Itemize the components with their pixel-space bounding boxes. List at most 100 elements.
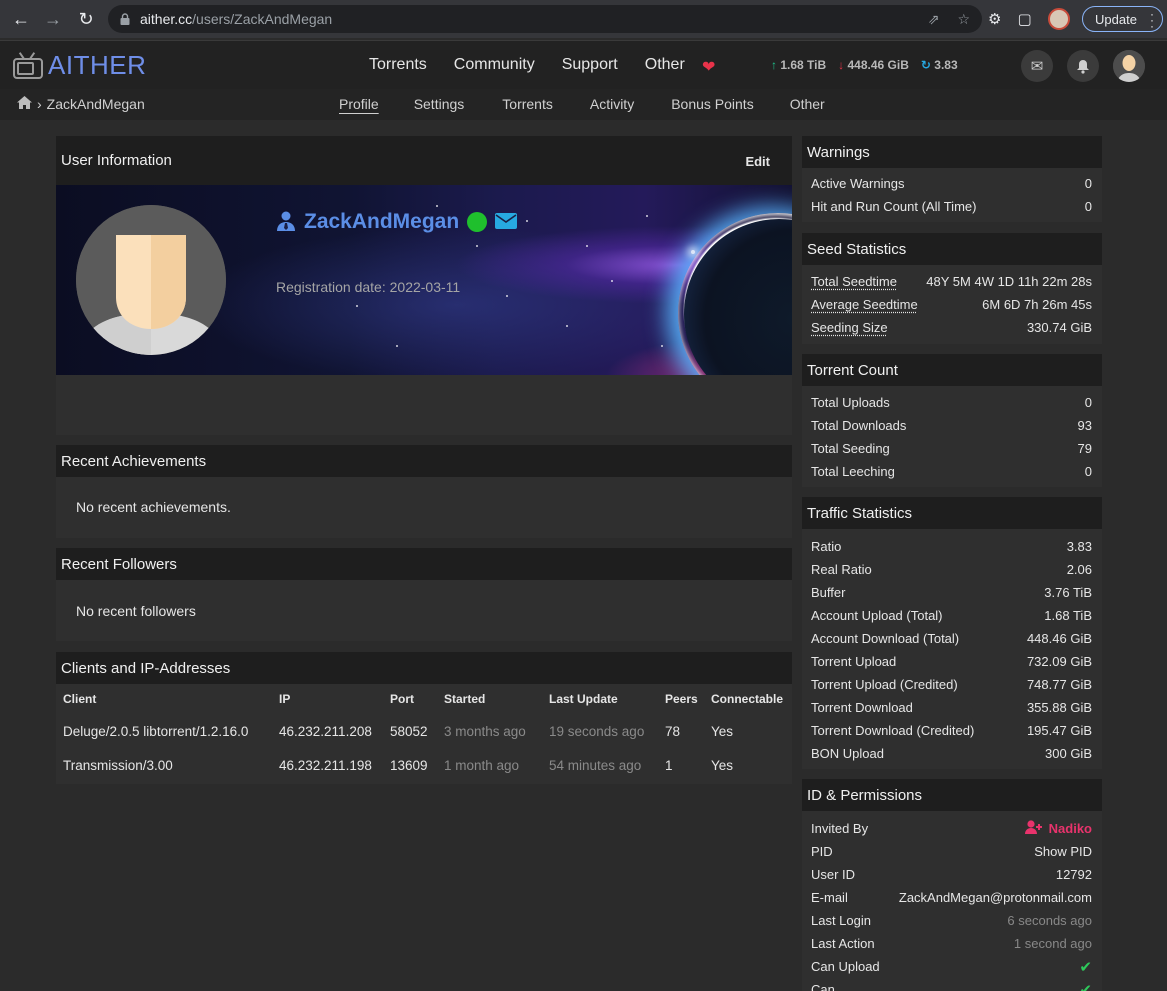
- forward-icon[interactable]: →: [37, 0, 69, 38]
- column-header: Started: [444, 692, 486, 706]
- show-pid-link[interactable]: Show PID: [1034, 844, 1092, 859]
- ip-cell: 46.232.211.198: [279, 757, 372, 773]
- panel-title: ID & Permissions: [802, 779, 1102, 811]
- profile-avatar-icon[interactable]: [1047, 8, 1070, 30]
- bookmark-star-icon[interactable]: ☆: [957, 11, 970, 28]
- table-header-row: Client IP Port Started Last Update Peers…: [56, 684, 792, 714]
- tab-other[interactable]: Other: [790, 96, 825, 112]
- edit-button[interactable]: Edit: [745, 154, 770, 169]
- tab-torrents[interactable]: Torrents: [502, 96, 553, 112]
- stat-row: BON Upload 300 GiB: [802, 742, 1102, 765]
- breadcrumb-user[interactable]: ZackAndMegan: [47, 96, 145, 112]
- user-information-panel: User Information Edit ZackAndMegan Regis…: [56, 136, 792, 435]
- heart-icon[interactable]: ❤: [702, 57, 715, 77]
- stat-label: Seeding Size: [811, 320, 888, 335]
- update-button[interactable]: Update · · ·: [1082, 6, 1163, 32]
- stat-value: 0: [1084, 395, 1092, 410]
- user-plus-icon: [1024, 820, 1043, 837]
- stat-label: Torrent Download (Credited): [811, 723, 975, 738]
- tab-bonus-points[interactable]: Bonus Points: [671, 96, 754, 112]
- connectable-cell: Yes: [711, 757, 734, 773]
- address-bar[interactable]: aither.cc/users/ZackAndMegan ⇗ ☆: [108, 5, 982, 33]
- followers-panel: Recent Followers No recent followers: [56, 548, 792, 641]
- client-cell: Deluge/2.0.5 libtorrent/1.2.16.0: [63, 723, 249, 739]
- seed-statistics-panel: Seed Statistics Total Seedtime 48Y 5M 4W …: [802, 233, 1102, 344]
- stat-label: Torrent Download: [811, 700, 913, 715]
- panel-title: Traffic Statistics: [802, 497, 1102, 529]
- back-icon[interactable]: ←: [5, 0, 37, 38]
- download-stat[interactable]: ↓ 448.46 GiB: [838, 58, 909, 72]
- main-nav: Torrents Community Support Other: [369, 56, 712, 74]
- nav-torrents[interactable]: Torrents: [369, 56, 427, 74]
- table-row: Deluge/2.0.5 libtorrent/1.2.16.0 46.232.…: [56, 714, 792, 748]
- site-logo[interactable]: AITHER: [12, 50, 146, 81]
- clients-panel: Clients and IP-Addresses Client IP Port …: [56, 652, 792, 784]
- side-panel-icon[interactable]: ▢: [1017, 10, 1031, 28]
- tab-settings[interactable]: Settings: [414, 96, 465, 112]
- panel-title: Torrent Count: [802, 354, 1102, 386]
- stat-row: Can ✔: [802, 978, 1102, 991]
- user-avatar[interactable]: [1113, 50, 1145, 82]
- profile-username[interactable]: ZackAndMegan: [304, 210, 459, 234]
- panel-title: Warnings: [802, 136, 1102, 168]
- sync-icon: ↻: [920, 58, 931, 72]
- profile-subnav: › ZackAndMegan Profile Settings Torrents…: [0, 89, 1167, 120]
- upload-stat[interactable]: ↑ 1.68 TiB: [771, 58, 826, 72]
- stat-row: Seeding Size 330.74 GiB: [802, 316, 1102, 339]
- username-line: ZackAndMegan: [276, 210, 518, 234]
- stat-row: User ID 12792: [802, 863, 1102, 886]
- panel-title: Recent Followers: [56, 548, 792, 580]
- stat-label: Total Downloads: [811, 418, 907, 433]
- profile-tabs: Profile Settings Torrents Activity Bonus…: [339, 96, 825, 112]
- ip-cell: 46.232.211.208: [279, 723, 372, 739]
- stat-label: User ID: [811, 867, 856, 882]
- port-cell: 13609: [390, 757, 428, 773]
- port-cell: 58052: [390, 723, 428, 739]
- stat-label: Torrent Upload (Credited): [811, 677, 958, 692]
- stat-value: 355.88 GiB: [1026, 700, 1092, 715]
- stat-row: Ratio 3.83: [802, 535, 1102, 558]
- stat-row: Account Upload (Total) 1.68 TiB: [802, 604, 1102, 627]
- stat-value: 0: [1084, 464, 1092, 479]
- nav-community[interactable]: Community: [454, 56, 535, 74]
- stat-row: Torrent Download (Credited) 195.47 GiB: [802, 719, 1102, 742]
- arrow-down-icon: ↓: [838, 58, 845, 72]
- stat-label: Invited By: [811, 821, 869, 836]
- panel-title: User Information: [56, 136, 792, 185]
- nav-support[interactable]: Support: [562, 56, 618, 74]
- envelope-icon[interactable]: [495, 212, 518, 232]
- bell-icon[interactable]: [1067, 50, 1099, 82]
- stat-label: Active Warnings: [811, 176, 905, 191]
- column-header: Client: [63, 692, 97, 706]
- stat-label: Account Download (Total): [811, 631, 960, 646]
- envelope-icon[interactable]: ✉: [1021, 50, 1053, 82]
- stat-row: Account Download (Total) 448.46 GiB: [802, 627, 1102, 650]
- tab-profile[interactable]: Profile: [339, 96, 379, 112]
- ratio-stat[interactable]: ↻ 3.83: [921, 58, 958, 72]
- nav-other[interactable]: Other: [645, 56, 685, 74]
- column-header: Connectable: [711, 692, 784, 706]
- extensions-icon[interactable]: ⚙: [988, 10, 1001, 28]
- stat-value: 0: [1084, 176, 1092, 191]
- home-icon[interactable]: [17, 96, 32, 112]
- peers-cell: 78: [665, 723, 681, 739]
- stat-row: Real Ratio 2.06: [802, 558, 1102, 581]
- stat-label: Last Login: [811, 913, 871, 928]
- stat-label: Last Action: [811, 936, 875, 951]
- reload-icon[interactable]: ↻: [70, 0, 102, 38]
- online-status-icon: [467, 212, 488, 232]
- stat-value: 12792: [1055, 867, 1092, 882]
- stat-label: Buffer: [811, 585, 846, 600]
- peers-cell: 1: [665, 757, 673, 773]
- panel-title: Recent Achievements: [56, 445, 792, 477]
- inviter-link[interactable]: Nadiko: [1024, 820, 1092, 837]
- stat-label: E-mail: [811, 890, 848, 905]
- ratio-value: 3.83: [934, 58, 958, 72]
- tab-activity[interactable]: Activity: [590, 96, 634, 112]
- stat-row: Torrent Upload 732.09 GiB: [802, 650, 1102, 673]
- column-header: Peers: [665, 692, 698, 706]
- breadcrumb: › ZackAndMegan: [17, 96, 145, 112]
- torrent-count-panel: Torrent Count Total Uploads 0 Total Downl…: [802, 354, 1102, 487]
- share-icon[interactable]: ⇗: [928, 11, 940, 28]
- stat-row: Total Seeding 79: [802, 437, 1102, 460]
